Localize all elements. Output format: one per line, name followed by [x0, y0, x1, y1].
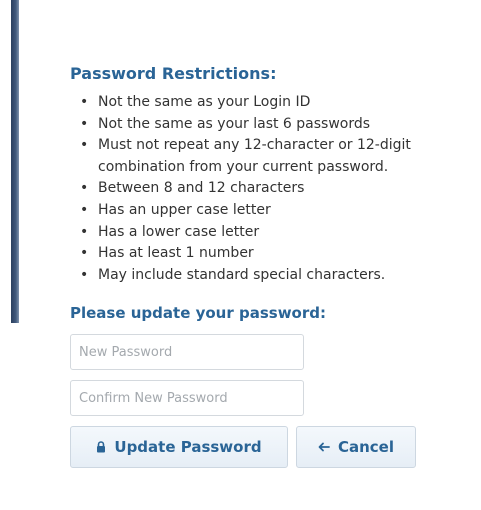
update-password-label: Update Password [114, 438, 262, 457]
restriction-text: Between 8 and 12 characters [98, 180, 305, 197]
arrow-left-icon [318, 442, 330, 452]
left-edge-bar [11, 0, 19, 323]
restriction-text: Not the same as your Login ID [98, 94, 311, 110]
bullet: • [80, 94, 89, 110]
restriction-text: Has an upper case letter [98, 201, 271, 218]
bullet: • [80, 137, 89, 154]
restriction-item: • Has an upper case letter [68, 200, 468, 222]
content: Password Restrictions: • Not the same as … [68, 62, 468, 469]
bullet: • [80, 115, 89, 132]
left-edge [0, 0, 22, 323]
update-password-button[interactable]: Update Password [70, 426, 288, 469]
bullet: • [80, 201, 89, 218]
restriction-text: Has at least 1 number [98, 245, 254, 262]
restrictions-list: • Not the same as your Login ID • Not the … [68, 92, 468, 286]
restriction-text: Has a lower case letter [98, 223, 260, 240]
restriction-text: Must not repeat any 12-character or 12-d… [98, 137, 411, 175]
restriction-text: May include standard special characters. [98, 266, 386, 283]
lock-icon [96, 441, 106, 453]
cancel-button[interactable]: Cancel [296, 426, 416, 469]
bullet: • [80, 223, 89, 240]
restriction-item: • Not the same as your Login ID [68, 92, 468, 114]
bullet: • [80, 180, 89, 197]
bullet: • [80, 245, 89, 262]
button-row: Update Password Cancel [70, 426, 468, 469]
restriction-item: • Has a lower case letter [68, 222, 468, 244]
restriction-item: • May include standard special characters… [68, 265, 468, 287]
restriction-item: • Has at least 1 number [68, 243, 468, 265]
new-password-input[interactable] [70, 334, 304, 371]
restriction-item: • Between 8 and 12 characters [68, 178, 468, 200]
restriction-item: • Not the same as your last 6 passwords [68, 114, 468, 136]
password-update-panel: Password Restrictions: • Not the same as … [0, 0, 481, 510]
restrictions-title: Password Restrictions: [70, 64, 277, 83]
update-title: Please update your password: [70, 304, 326, 323]
confirm-password-input[interactable] [70, 380, 304, 417]
bullet: • [80, 266, 89, 283]
restriction-text: Not the same as your last 6 passwords [98, 115, 371, 132]
restriction-item: • Must not repeat any 12-character or 12-… [68, 135, 468, 178]
cancel-label: Cancel [337, 438, 394, 457]
